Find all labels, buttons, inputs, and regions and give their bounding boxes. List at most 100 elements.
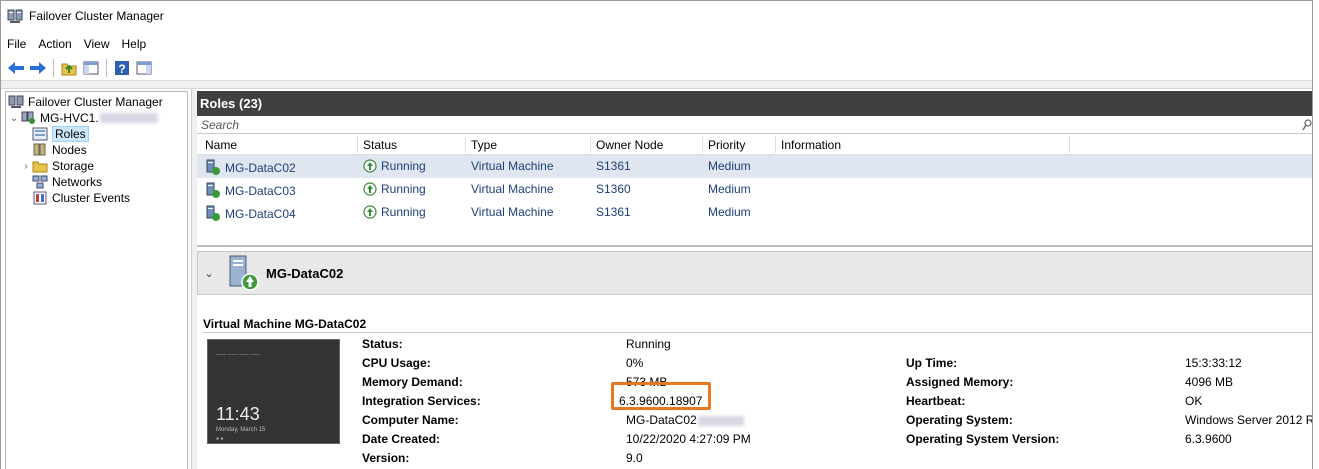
table-row[interactable]: MG-DataC03 Running Virtual Machine S1360… xyxy=(197,178,1312,201)
row-type: Virtual Machine xyxy=(471,182,554,196)
column-divider[interactable] xyxy=(465,136,466,153)
window-title: Failover Cluster Manager xyxy=(29,9,164,23)
toolbar-spacer xyxy=(1,81,1312,89)
show-hide-tree-icon[interactable] xyxy=(82,59,100,77)
search-input[interactable]: Search xyxy=(197,116,1312,134)
cluster-events-icon xyxy=(32,191,48,205)
tree-item-nodes[interactable]: Nodes xyxy=(6,142,187,158)
row-owner-node: S1361 xyxy=(596,159,631,173)
status-cell: Running xyxy=(363,159,426,173)
back-arrow-icon[interactable] xyxy=(7,59,25,77)
roles-grid-header: Name Status Type Owner Node Priority Inf… xyxy=(197,134,1312,155)
virtual-machine-icon xyxy=(224,254,260,292)
prop-up-time-value: 15:3:33:12 xyxy=(1185,356,1242,370)
tree-item-label: Networks xyxy=(52,175,103,189)
column-divider[interactable] xyxy=(357,136,358,153)
prop-cpu-usage-label: CPU Usage: xyxy=(362,356,431,370)
nodes-icon xyxy=(32,143,48,157)
column-divider[interactable] xyxy=(775,136,776,153)
cluster-icon xyxy=(20,111,36,125)
highlight-box xyxy=(611,382,711,410)
prop-assigned-memory-value: 4096 MB xyxy=(1185,375,1234,389)
virtual-machine-icon xyxy=(205,182,221,198)
tree-item-storage[interactable]: › Storage xyxy=(6,158,187,174)
menu-action[interactable]: Action xyxy=(38,37,71,51)
column-divider[interactable] xyxy=(1069,136,1070,153)
column-header-information[interactable]: Information xyxy=(781,138,841,152)
menu-file[interactable]: File xyxy=(7,37,26,51)
column-header-owner-node[interactable]: Owner Node xyxy=(596,138,663,152)
row-status: Running xyxy=(381,205,426,219)
prop-version-value: 9.0 xyxy=(626,451,643,465)
svg-text:?: ? xyxy=(118,62,125,76)
chevron-down-icon[interactable]: ⌄ xyxy=(8,113,20,124)
prop-version-label: Version: xyxy=(362,451,410,465)
roles-header-title: Roles (23) xyxy=(200,96,263,111)
name-cell: MG-DataC03 xyxy=(205,182,296,198)
tree-item-cluster[interactable]: ⌄ MG-HVC1. xyxy=(6,110,187,126)
menu-help[interactable]: Help xyxy=(122,37,147,51)
section-divider xyxy=(203,332,1312,333)
show-hide-action-pane-icon[interactable] xyxy=(135,59,153,77)
column-header-priority[interactable]: Priority xyxy=(708,138,745,152)
tree-item-root[interactable]: Failover Cluster Manager xyxy=(6,94,187,110)
prop-assigned-memory-label: Assigned Memory: xyxy=(906,375,1014,389)
cluster-manager-icon xyxy=(7,8,23,24)
roles-icon xyxy=(32,127,48,141)
prop-heartbeat-value: OK xyxy=(1185,394,1203,408)
tree-item-root-label: Failover Cluster Manager xyxy=(28,95,163,109)
cluster-manager-icon xyxy=(8,95,24,109)
column-divider[interactable] xyxy=(702,136,703,153)
prop-computer-name-label: Computer Name: xyxy=(362,413,459,427)
thumbnail-dots: ● ● xyxy=(216,436,224,442)
search-icon[interactable] xyxy=(1302,119,1312,134)
prop-os-version-label: Operating System Version: xyxy=(906,432,1060,446)
chevron-down-icon[interactable]: ⌄ xyxy=(198,267,220,280)
status-cell: Running xyxy=(363,182,426,196)
grid-detail-splitter[interactable] xyxy=(197,241,1312,247)
menu-view[interactable]: View xyxy=(84,37,110,51)
name-cell: MG-DataC04 xyxy=(205,205,296,221)
prop-status-label: Status: xyxy=(362,337,403,351)
row-owner-node: S1361 xyxy=(596,205,631,219)
row-status: Running xyxy=(381,159,426,173)
detail-header: ⌄ MG-DataC02 xyxy=(197,251,1312,295)
row-priority: Medium xyxy=(708,159,751,173)
table-row[interactable]: MG-DataC04 Running Virtual Machine S1361… xyxy=(197,201,1312,224)
tree-item-roles[interactable]: Roles xyxy=(6,126,187,142)
prop-date-created-label: Date Created: xyxy=(362,432,441,446)
roles-pane: Roles (23) Search Name Status Type Owner… xyxy=(197,91,1313,469)
navigation-tree: Failover Cluster Manager ⌄ MG-HVC1. Role… xyxy=(5,91,188,469)
redacted-text xyxy=(99,113,158,123)
row-status: Running xyxy=(381,182,426,196)
up-folder-icon[interactable] xyxy=(60,59,78,77)
column-header-type[interactable]: Type xyxy=(471,138,497,152)
thumbnail-time: 11:43 xyxy=(216,404,260,424)
tree-item-cluster-label: MG-HVC1. xyxy=(40,111,99,125)
column-header-status[interactable]: Status xyxy=(363,138,397,152)
tree-item-label: Roles xyxy=(52,126,89,142)
prop-integration-services-label: Integration Services: xyxy=(362,394,481,408)
chevron-right-icon[interactable]: › xyxy=(20,161,32,172)
tree-item-cluster-events[interactable]: Cluster Events xyxy=(6,190,187,206)
search-placeholder: Search xyxy=(201,117,240,132)
prop-up-time-label: Up Time: xyxy=(906,356,958,370)
prop-memory-demand-label: Memory Demand: xyxy=(362,375,463,389)
detail-role-name: MG-DataC02 xyxy=(266,265,344,281)
row-owner-node: S1360 xyxy=(596,182,631,196)
vm-console-thumbnail[interactable]: —— —— —— —— 11:43 Monday, March 15 ● ● xyxy=(207,339,340,444)
menu-bar: File Action View Help xyxy=(1,33,1312,55)
prop-heartbeat-label: Heartbeat: xyxy=(906,394,966,408)
table-row[interactable]: MG-DataC02 Running Virtual Machine S1361… xyxy=(197,155,1312,178)
thumbnail-topbar: —— —— —— —— xyxy=(216,352,261,358)
prop-computer-name-value: MG-DataC02 xyxy=(626,413,744,427)
computer-name-text: MG-DataC02 xyxy=(626,413,697,427)
help-icon[interactable]: ? xyxy=(113,59,131,77)
column-header-name[interactable]: Name xyxy=(205,138,237,152)
row-type: Virtual Machine xyxy=(471,205,554,219)
column-divider[interactable] xyxy=(590,136,591,153)
prop-operating-system-value: Windows Server 2012 R2 xyxy=(1185,413,1313,427)
redacted-text xyxy=(697,415,744,426)
forward-arrow-icon[interactable] xyxy=(29,59,47,77)
tree-item-networks[interactable]: Networks xyxy=(6,174,187,190)
